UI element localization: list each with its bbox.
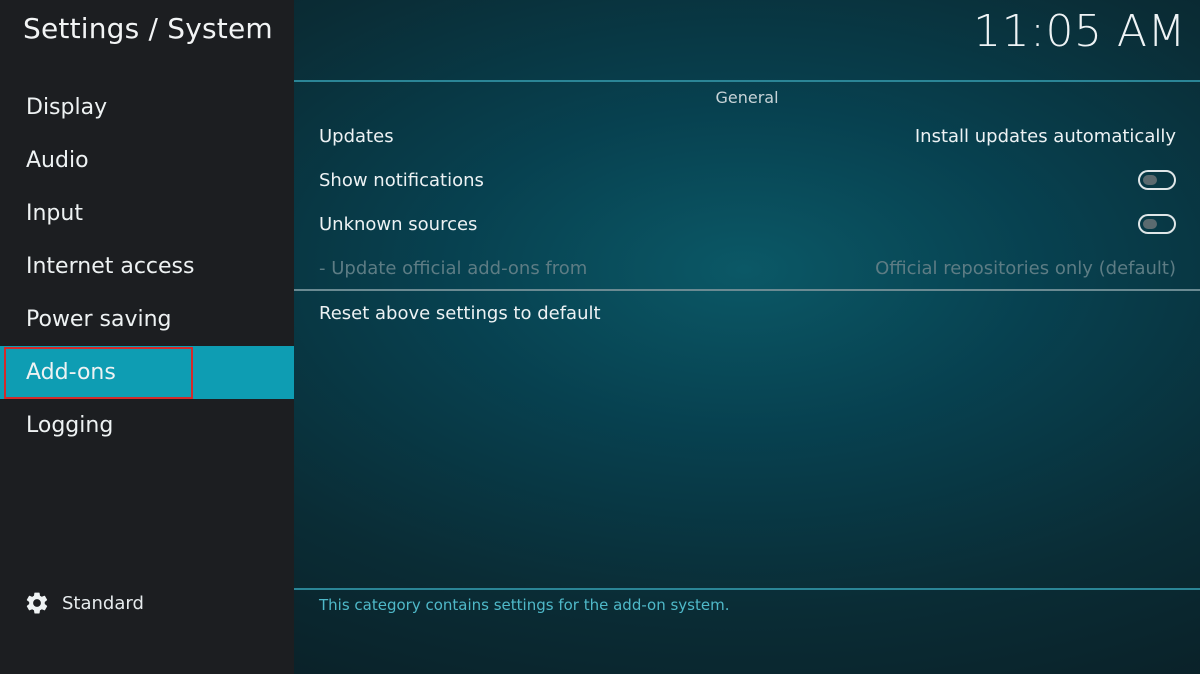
sidebar-item-label: Internet access bbox=[26, 254, 195, 279]
setting-value: Official repositories only (default) bbox=[875, 257, 1176, 279]
setting-show-notifications[interactable]: Show notifications bbox=[319, 160, 1176, 200]
reset-settings-label: Reset above settings to default bbox=[319, 302, 601, 324]
setting-label: Show notifications bbox=[319, 169, 484, 191]
settings-menu: Display Audio Input Internet access Powe… bbox=[0, 81, 294, 452]
gear-icon bbox=[26, 592, 48, 614]
setting-label: Unknown sources bbox=[319, 213, 478, 235]
toggle-knob bbox=[1143, 219, 1157, 229]
setting-updates[interactable]: Updates Install updates automatically bbox=[319, 116, 1176, 156]
sidebar-item-label: Power saving bbox=[26, 307, 172, 332]
settings-level-button[interactable]: Standard bbox=[24, 590, 144, 616]
setting-label: - Update official add-ons from bbox=[319, 257, 588, 279]
section-title: General bbox=[715, 88, 779, 107]
settings-panel: General Updates Install updates automati… bbox=[294, 0, 1200, 674]
show-notifications-toggle[interactable] bbox=[1138, 170, 1176, 190]
setting-value: Install updates automatically bbox=[914, 125, 1176, 147]
divider bbox=[294, 588, 1200, 590]
sidebar: Settings / System Display Audio Input In… bbox=[0, 0, 294, 674]
sidebar-item-audio[interactable]: Audio bbox=[0, 134, 294, 187]
sidebar-item-add-ons[interactable]: Add-ons bbox=[0, 346, 294, 399]
sidebar-item-label: Display bbox=[26, 95, 108, 120]
setting-update-official-addons: - Update official add-ons from Official … bbox=[319, 248, 1176, 288]
sidebar-item-logging[interactable]: Logging bbox=[0, 399, 294, 452]
settings-level-label: Standard bbox=[62, 592, 144, 614]
toggle-knob bbox=[1143, 175, 1157, 185]
sidebar-item-label: Add-ons bbox=[26, 360, 116, 385]
category-description: This category contains settings for the … bbox=[319, 596, 730, 614]
divider bbox=[294, 289, 1200, 291]
sidebar-item-power-saving[interactable]: Power saving bbox=[0, 293, 294, 346]
sidebar-item-internet-access[interactable]: Internet access bbox=[0, 240, 294, 293]
sidebar-item-label: Input bbox=[26, 201, 83, 226]
sidebar-item-input[interactable]: Input bbox=[0, 187, 294, 240]
reset-settings-button[interactable]: Reset above settings to default bbox=[319, 293, 1176, 333]
unknown-sources-toggle[interactable] bbox=[1138, 214, 1176, 234]
page-title: Settings / System bbox=[23, 12, 273, 45]
setting-unknown-sources[interactable]: Unknown sources bbox=[319, 204, 1176, 244]
divider bbox=[294, 80, 1200, 82]
sidebar-item-label: Audio bbox=[26, 148, 89, 173]
sidebar-item-display[interactable]: Display bbox=[0, 81, 294, 134]
setting-label: Updates bbox=[319, 125, 394, 147]
sidebar-item-label: Logging bbox=[26, 413, 114, 438]
